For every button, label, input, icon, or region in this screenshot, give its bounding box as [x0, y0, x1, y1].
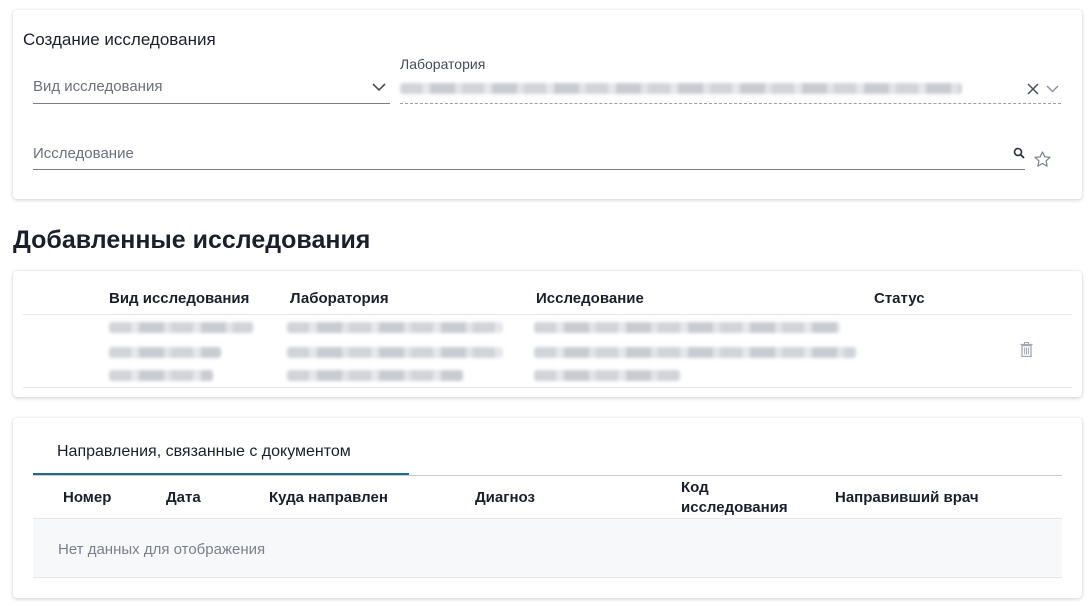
column-referring-doctor: Направивший врач [835, 489, 979, 506]
laboratory-redacted [287, 370, 463, 381]
study-redacted [534, 370, 680, 381]
column-study-code: Код исследования [681, 479, 788, 516]
column-status: Статус [874, 290, 925, 307]
clear-icon[interactable] [1027, 83, 1039, 95]
study-type-placeholder: Вид исследования [33, 78, 163, 95]
laboratory-select[interactable] [400, 74, 1061, 104]
column-study-type: Вид исследования [109, 290, 250, 307]
column-laboratory: Лаборатория [290, 290, 389, 307]
study-search-input[interactable]: Исследование [33, 138, 1025, 170]
column-diagnosis: Диагноз [475, 489, 535, 506]
create-study-card: Создание исследования Вид исследования Л… [13, 10, 1082, 199]
column-date: Дата [166, 489, 201, 506]
study-type-redacted [109, 347, 221, 358]
search-icon[interactable] [1013, 147, 1025, 159]
laboratory-redacted [287, 347, 503, 358]
star-icon[interactable] [1033, 150, 1052, 169]
linked-referrals-card: Направления, связанные с документом Номе… [13, 418, 1082, 598]
chevron-down-icon[interactable] [1046, 85, 1059, 93]
trash-icon[interactable] [1020, 342, 1033, 357]
laboratory-value-redacted [400, 83, 962, 94]
empty-text: Нет данных для отображения [58, 541, 266, 558]
added-studies-heading: Добавленные исследования [13, 226, 371, 254]
row-divider [23, 387, 1072, 388]
empty-state: Нет данных для отображения [33, 518, 1062, 578]
header-divider [23, 314, 1072, 315]
study-placeholder: Исследование [33, 145, 134, 162]
added-studies-table: Вид исследования Лаборатория Исследовани… [13, 271, 1082, 397]
column-number: Номер [63, 489, 112, 506]
laboratory-label: Лаборатория [400, 56, 486, 72]
create-study-title: Создание исследования [23, 30, 216, 49]
column-study: Исследование [536, 290, 644, 307]
tabs-divider [33, 475, 1062, 476]
study-redacted [534, 347, 856, 358]
column-destination: Куда направлен [269, 489, 388, 506]
chevron-down-icon[interactable] [372, 83, 386, 92]
study-type-redacted [109, 370, 213, 381]
study-redacted [534, 322, 840, 333]
study-type-select[interactable]: Вид исследования [33, 72, 390, 104]
tab-linked-referrals[interactable]: Направления, связанные с документом [33, 434, 409, 476]
laboratory-redacted [287, 322, 503, 333]
study-type-redacted [109, 322, 253, 333]
